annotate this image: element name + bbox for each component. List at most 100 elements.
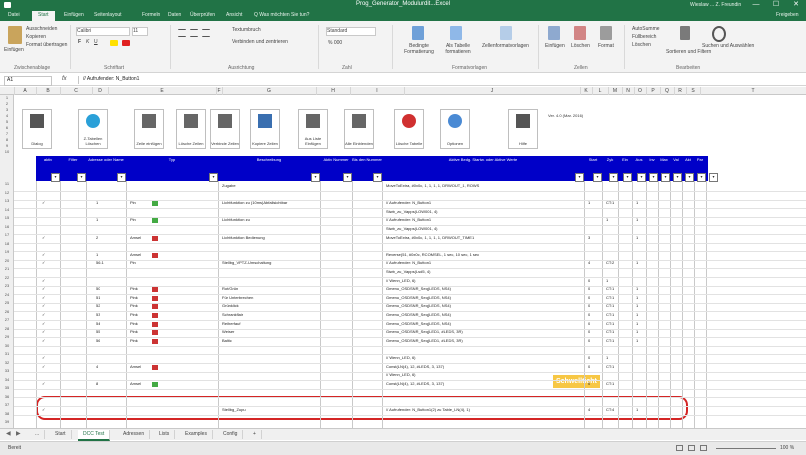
sort-filter-button[interactable]: Sortieren und Filtern [666,49,711,55]
address-cell[interactable]: 56 [96,338,100,343]
row-header[interactable]: 31 [0,351,14,356]
row-header[interactable]: 33 [0,368,14,373]
description-cell[interactable]: Grünklick [222,303,318,308]
macro-text-cell[interactable]: Gmenu_OSDSNR_Seq(LEDS, NS4) [386,295,582,300]
active-check[interactable]: ✓ [42,321,45,326]
filter-dropdown-icon[interactable]: ▾ [709,173,718,182]
filter-dropdown-icon[interactable]: ▾ [673,173,682,182]
active-check[interactable]: ✓ [42,407,45,412]
clear-button[interactable]: Löschen [632,42,651,48]
tab-review[interactable]: Überprüfen [190,12,215,18]
filter-dropdown-icon[interactable]: ▾ [637,173,646,182]
row-header[interactable]: 39 [0,419,14,424]
filter-dropdown-icon[interactable]: ▾ [593,173,602,182]
address-cell[interactable]: 1 [96,217,98,222]
tab-file[interactable]: Datei [8,12,20,18]
value-cell[interactable]: 0 [588,303,590,308]
active-check[interactable]: ✓ [42,329,45,334]
macro-button-10[interactable]: Optionen [440,109,470,149]
value-cell[interactable]: CT:1 [606,329,614,334]
macro-text-cell[interactable]: Gmenu_OSDSNR_Seq(LEDS, NS4) [386,286,582,291]
description-cell[interactable]: Lichtfunktion zu (10ms)Abfallsichtbar [222,200,318,205]
worksheet-grid[interactable]: Ver. 4.0 (Mar. 2016) aktiv ▾ Filter ▾ Adress… [14,95,806,428]
insert-cells-button[interactable]: Einfügen [545,43,565,49]
sheet-tab-config[interactable]: Config [218,430,244,439]
sheet-overflow-button[interactable]: ... [30,430,46,439]
filter-dropdown-icon[interactable]: ▾ [51,173,60,182]
zoom-level[interactable]: 100 % [780,445,794,451]
row-header[interactable]: 34 [0,377,14,382]
macro-button-5[interactable]: Verbinde Zeilen [210,109,240,149]
type-cell[interactable]: Pin [130,260,136,265]
value-cell[interactable]: 1 [636,338,638,343]
page-break-view-icon[interactable] [700,445,707,451]
value-cell[interactable]: 1 [636,235,638,240]
cell-styles-icon[interactable] [500,26,512,40]
macro-text-cell[interactable]: Const(LN(4), 12, #LEDS, 3, 137) [386,364,582,369]
filter-dropdown-icon[interactable]: ▾ [649,173,658,182]
column-header-m[interactable]: M [608,87,623,95]
description-cell[interactable]: Baltic [222,338,318,343]
address-cell[interactable]: 52 [96,303,100,308]
align-left-icon[interactable] [178,29,186,37]
value-cell[interactable]: 1 [636,303,638,308]
macro-text-cell[interactable]: Stwb_zu_Vapps(Lsd5, 4) [386,269,582,274]
macro-text-cell[interactable]: // Aufrufender: N_Button1(2) zu Table_LN… [386,407,582,412]
type-cell[interactable]: Pin [130,200,136,205]
column-header-l[interactable]: L [592,87,609,95]
macro-text-cell[interactable]: // Aufrufender: N_Button1 [386,217,582,222]
sort-filter-icon[interactable] [680,26,690,40]
macro-text-cell[interactable]: Gmenu_OSDSNR_Seq(LEDS, NS4) [386,303,582,308]
filter-dropdown-icon[interactable]: ▾ [373,173,382,182]
type-cell[interactable]: Amsel [130,364,141,369]
column-header-h[interactable]: H [316,87,351,95]
value-cell[interactable]: 0 [588,321,590,326]
tab-formulas[interactable]: Formeln [142,12,160,18]
row-header[interactable]: 32 [0,360,14,365]
column-header-b[interactable]: B [36,87,61,95]
description-cell[interactable]: Schrankflair [222,312,318,317]
value-cell[interactable]: CT:2 [606,260,614,265]
minimize-button[interactable]: — [746,0,766,10]
share-button[interactable]: Freigeben [776,12,799,18]
type-cell[interactable]: Amsel [130,252,141,257]
sheet-tab-adressen[interactable]: Adressen [118,430,151,439]
filter-dropdown-icon[interactable]: ▾ [623,173,632,182]
italic-button[interactable]: K [86,39,89,45]
value-cell[interactable]: 0 [588,355,590,360]
macro-text-cell[interactable]: Gmenu_OSDSNR_Seq(LED1, #LEDS, 3R) [386,338,582,343]
address-cell[interactable]: 8 [96,381,98,386]
active-check[interactable]: ✓ [42,381,45,386]
tell-me-search[interactable]: Q Was möchten Sie tun? [254,12,309,18]
value-cell[interactable]: 1 [606,278,608,283]
value-cell[interactable]: 4 [588,260,590,265]
filter-dropdown-icon[interactable]: ▾ [311,173,320,182]
type-cell[interactable]: Pin [130,217,136,222]
copy-button[interactable]: Kopieren [26,34,46,40]
column-header-q[interactable]: Q [660,87,675,95]
column-header-t[interactable]: T [700,87,806,95]
row-header[interactable]: 21 [0,266,14,271]
row-header[interactable]: 20 [0,258,14,263]
active-check[interactable]: ✓ [42,355,45,360]
format-painter-button[interactable]: Format übertragen [26,42,67,48]
value-cell[interactable]: CT:1 [606,321,614,326]
sheet-tab-dcc-test[interactable]: DCC Test [78,430,111,441]
row-header[interactable]: 15 [0,215,14,220]
row-header[interactable]: 38 [0,411,14,416]
find-select-button[interactable]: Suchen und Auswählen [702,43,754,49]
value-cell[interactable]: 1 [588,200,590,205]
font-size-select[interactable]: 11 [132,27,148,36]
type-cell[interactable]: Pink [130,312,138,317]
sheet-nav-prev-icon[interactable]: ◀ [6,430,11,437]
macro-button-9[interactable]: Lösche Tabelle [394,109,424,149]
add-sheet-button[interactable]: + [248,430,262,439]
active-check[interactable]: ✓ [42,303,45,308]
value-cell[interactable]: CT:1 [606,303,614,308]
row-header[interactable]: 29 [0,334,14,339]
value-cell[interactable]: 0 [588,286,590,291]
description-cell[interactable]: Rot/Grün [222,286,318,291]
type-cell[interactable]: Pink [130,286,138,291]
format-as-table-button[interactable]: Als Tabelle formatieren [438,43,478,55]
column-header-d[interactable]: D [92,87,109,95]
